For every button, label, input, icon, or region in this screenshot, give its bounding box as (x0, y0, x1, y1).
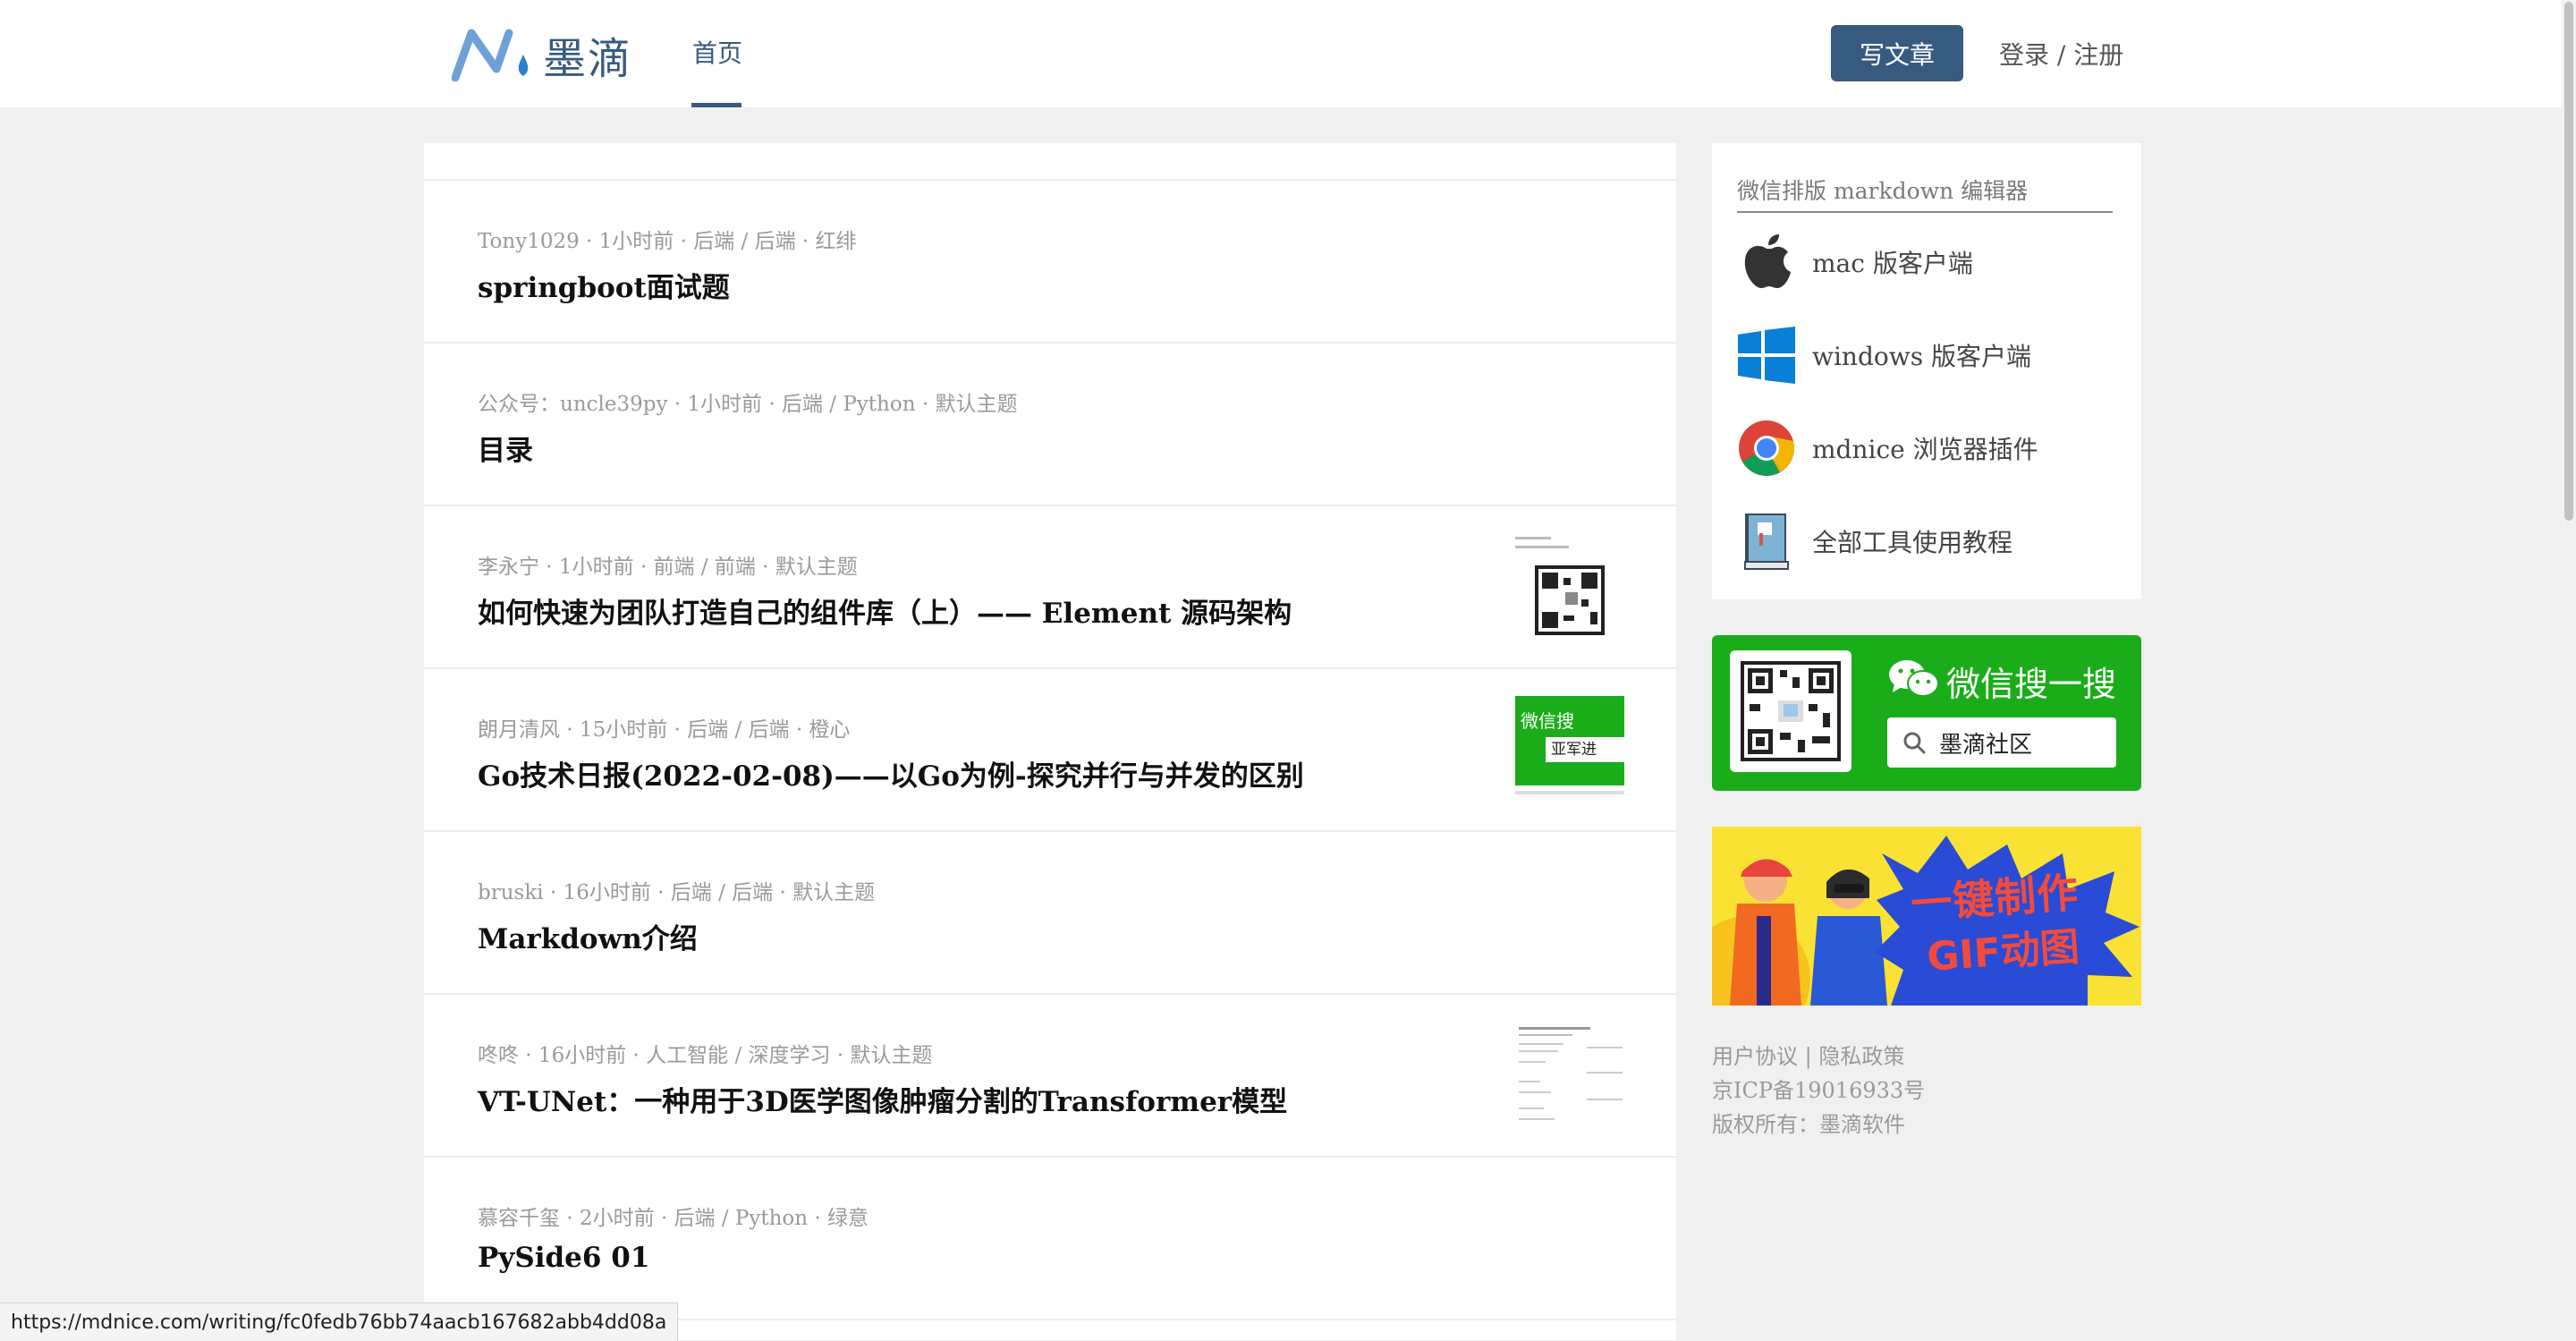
article-thumbnail-paper[interactable] (1515, 1022, 1624, 1131)
wechat-search-card[interactable]: 微信搜一搜 墨滴社区 (1712, 635, 2141, 791)
article-meta: 公众号：uncle39py · 1小时前 · 后端 / Python · 默认主… (478, 393, 1018, 416)
nav-active-indicator (691, 103, 741, 107)
browser-status-url: https://mdnice.com/writing/fc0fedb76bb74… (0, 1303, 679, 1341)
article-item[interactable]: 朗月清风 · 15小时前 · 后端 / 后端 · 橙心 Go技术日报(2022-… (424, 669, 1676, 832)
article-title[interactable]: VT-UNet：一种用于3D医学图像肿瘤分割的Transformer模型 (478, 1079, 1287, 1119)
tool-label: 全部工具使用教程 (1812, 528, 2013, 557)
windows-icon (1737, 326, 1796, 385)
article-list: Tony1029 · 1小时前 · 后端 / 后端 · 红绯 springboo… (424, 143, 1676, 1340)
article-title[interactable]: Markdown介绍 (478, 916, 698, 956)
tool-chrome-extension[interactable]: mdnice 浏览器插件 (1737, 417, 2038, 480)
article-item[interactable]: 李永宁 · 1小时前 · 前端 / 前端 · 默认主题 如何快速为团队打造自己的… (424, 506, 1676, 669)
wechat-icon (1889, 660, 1939, 697)
article-title[interactable]: springboot面试题 (478, 265, 730, 305)
register-link[interactable]: 注册 (2073, 40, 2123, 70)
qr-code-icon (1515, 533, 1624, 642)
article-meta: 朗月清风 · 15小时前 · 后端 / 后端 · 橙心 (478, 718, 851, 742)
top-header: 墨滴 首页 写文章 登录 / 注册 (0, 0, 2562, 107)
article-title[interactable]: 目录 (478, 428, 533, 468)
article-thumbnail-wechat[interactable]: 微信搜 亚军进 (1515, 696, 1624, 805)
article-item[interactable]: 慕容千玺 · 2小时前 · 后端 / Python · 绿意 PySide6 0… (424, 1158, 1676, 1320)
article-title[interactable]: 如何快速为团队打造自己的组件库（上）—— Element 源码架构 (478, 590, 1292, 631)
paper-page-icon (1515, 1022, 1624, 1131)
tool-label: mdnice 浏览器插件 (1812, 435, 2038, 464)
article-meta: 咚咚 · 16小时前 · 人工智能 / 深度学习 · 默认主题 (478, 1044, 933, 1067)
icp-record: 京ICP备19016933号 (1712, 1078, 1926, 1103)
wechat-qr-code (1730, 650, 1852, 772)
article-thumbnail-qr[interactable] (1515, 533, 1624, 642)
user-agreement-link[interactable]: 用户协议 (1712, 1044, 1798, 1069)
article-meta: bruski · 16小时前 · 后端 / 后端 · 默认主题 (478, 881, 876, 904)
privacy-policy-link[interactable]: 隐私政策 (1818, 1044, 1904, 1069)
logo-mark-icon (452, 29, 529, 81)
thumb-caption-line (1515, 791, 1624, 794)
article-item[interactable]: bruski · 16小时前 · 后端 / 后端 · 默认主题 Markdown… (424, 832, 1676, 995)
copyright-text: 版权所有：墨滴软件 (1712, 1112, 1905, 1137)
book-icon (1737, 512, 1796, 571)
article-meta: Tony1029 · 1小时前 · 后端 / 后端 · 红绯 (478, 230, 857, 253)
wechat-search-box[interactable]: 墨滴社区 (1887, 717, 2116, 768)
article-item[interactable]: Tony1029 · 1小时前 · 后端 / 后端 · 红绯 springboo… (424, 181, 1676, 344)
wechat-search-term: 墨滴社区 (1939, 731, 2033, 759)
tool-label: windows 版客户端 (1812, 342, 2031, 371)
article-item[interactable]: 公众号：uncle39py · 1小时前 · 后端 / Python · 默认主… (424, 344, 1676, 506)
nav-home[interactable]: 首页 (692, 34, 742, 70)
wechat-search-title: 微信搜一搜 (1946, 665, 2117, 704)
article-meta: 慕容千玺 · 2小时前 · 后端 / Python · 绿意 (478, 1207, 869, 1230)
qr-code-icon (1741, 661, 1841, 761)
login-register: 登录 / 注册 (1999, 36, 2123, 72)
site-logo[interactable]: 墨滴 (452, 25, 632, 84)
login-separator: / (2049, 40, 2074, 70)
apple-icon (1737, 233, 1796, 292)
tools-heading: 微信排版 markdown 编辑器 (1737, 174, 2113, 213)
article-list-top (424, 143, 1676, 181)
footer-divider: | (1798, 1044, 1819, 1069)
article-meta: 李永宁 · 1小时前 · 前端 / 前端 · 默认主题 (478, 556, 858, 579)
scrollbar-thumb[interactable] (2564, 2, 2573, 521)
article-title[interactable]: PySide6 01 (478, 1242, 649, 1274)
sidebar-footer: 用户协议 | 隐私政策 京ICP备19016933号 版权所有：墨滴软件 (1712, 1040, 1925, 1142)
chrome-icon (1737, 419, 1796, 478)
article-item[interactable]: 咚咚 · 16小时前 · 人工智能 / 深度学习 · 默认主题 VT-UNet：… (424, 995, 1676, 1158)
login-link[interactable]: 登录 (1999, 40, 2049, 70)
wechat-thumb-search: 亚军进 (1546, 737, 1624, 762)
footer-legal-links: 用户协议 | 隐私政策 (1712, 1040, 1925, 1074)
tools-panel: 微信排版 markdown 编辑器 mac 版客户端 windows 版客户端 (1712, 143, 2141, 599)
wechat-thumb-label: 微信搜 (1521, 710, 1574, 732)
logo-text: 墨滴 (543, 34, 633, 84)
article-title[interactable]: Go技术日报(2022-02-08)——以Go为例-探究并行与并发的区别 (478, 753, 1304, 794)
banner-line2: GIF动图 (1925, 924, 2081, 980)
tool-mac-client[interactable]: mac 版客户端 (1737, 231, 1973, 293)
write-article-button[interactable]: 写文章 (1831, 25, 1963, 81)
search-icon (1903, 732, 1926, 754)
page-scrollbar[interactable] (2562, 0, 2576, 1340)
gif-maker-banner[interactable]: 一键制作 GIF动图 (1712, 827, 2141, 1006)
tool-label: mac 版客户端 (1812, 249, 1973, 278)
tool-windows-client[interactable]: windows 版客户端 (1737, 324, 2031, 386)
tool-tutorial[interactable]: 全部工具使用教程 (1737, 510, 2012, 573)
